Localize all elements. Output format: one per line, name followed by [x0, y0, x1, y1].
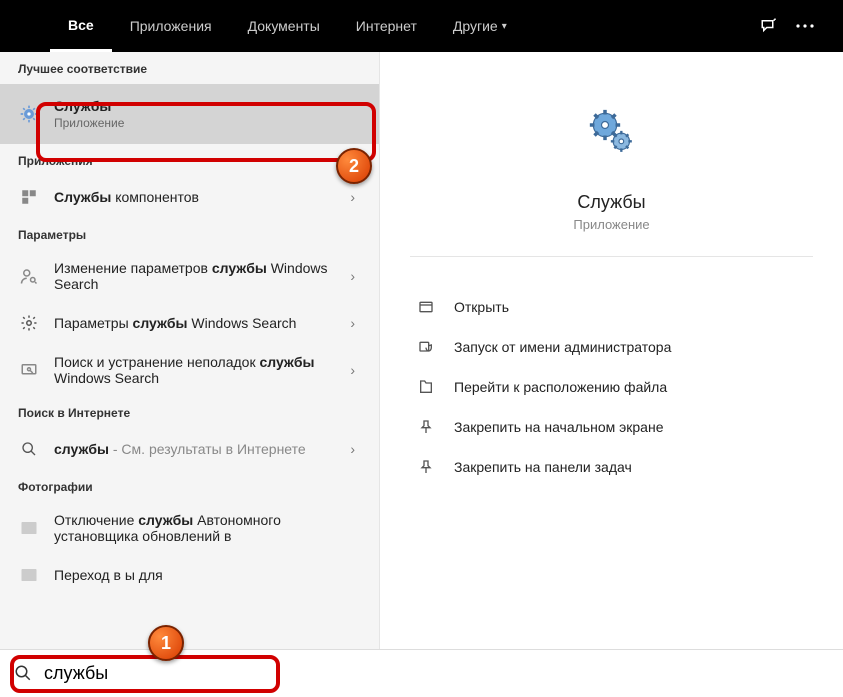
search-icon: [14, 664, 34, 684]
photo-thumb-icon: [18, 517, 40, 539]
pin-icon: [416, 417, 436, 437]
preview-title: Службы: [410, 192, 813, 213]
section-settings: Параметры: [0, 218, 379, 250]
tab-docs[interactable]: Документы: [230, 0, 338, 52]
search-bar[interactable]: [0, 649, 843, 697]
troubleshoot-icon: [18, 359, 40, 381]
action-pin-taskbar[interactable]: Закрепить на панели задач: [410, 447, 813, 487]
result-subtitle: Приложение: [54, 116, 361, 130]
section-photos: Фотографии: [0, 470, 379, 502]
chevron-right-icon[interactable]: ›: [344, 315, 361, 331]
section-apps: Приложения: [0, 144, 379, 176]
chevron-right-icon[interactable]: ›: [344, 189, 361, 205]
admin-shield-icon: [416, 337, 436, 357]
search-input[interactable]: [44, 663, 829, 684]
section-web: Поиск в Интернете: [0, 396, 379, 428]
result-photo-1[interactable]: Отключение службы Автономного установщик…: [0, 502, 379, 554]
result-services-app[interactable]: Службы Приложение: [0, 84, 379, 144]
result-photo-2[interactable]: Переход в ы для: [0, 554, 379, 596]
folder-icon: [416, 377, 436, 397]
preview-services-icon: [572, 92, 652, 172]
tab-all[interactable]: Все: [50, 0, 112, 52]
result-title: Службы: [54, 98, 361, 114]
tab-web[interactable]: Интернет: [338, 0, 435, 52]
chevron-right-icon[interactable]: ›: [344, 362, 361, 378]
chevron-right-icon[interactable]: ›: [344, 441, 361, 457]
result-setting-change-params[interactable]: Изменение параметров службы Windows Sear…: [0, 250, 379, 302]
services-gear-icon: [18, 103, 40, 125]
action-run-admin[interactable]: Запуск от имени администратора: [410, 327, 813, 367]
gear-icon: [18, 312, 40, 334]
more-icon[interactable]: [787, 8, 823, 44]
chevron-right-icon[interactable]: ›: [344, 268, 361, 284]
search-icon: [18, 438, 40, 460]
open-icon: [416, 297, 436, 317]
user-search-icon: [18, 265, 40, 287]
result-setting-troubleshoot[interactable]: Поиск и устранение неполадок службы Wind…: [0, 344, 379, 396]
tab-apps[interactable]: Приложения: [112, 0, 230, 52]
action-open[interactable]: Открыть: [410, 287, 813, 327]
chevron-down-icon: ▾: [502, 21, 507, 32]
action-pin-start[interactable]: Закрепить на начальном экране: [410, 407, 813, 447]
preview-type: Приложение: [410, 217, 813, 257]
photo-thumb-icon: [18, 564, 40, 586]
action-file-location[interactable]: Перейти к расположению файла: [410, 367, 813, 407]
result-component-services[interactable]: Службы компонентов ›: [0, 176, 379, 218]
pin-icon: [416, 457, 436, 477]
section-best-match: Лучшее соответствие: [0, 52, 379, 84]
tab-more[interactable]: Другие▾: [435, 0, 525, 52]
feedback-icon[interactable]: [751, 8, 787, 44]
component-services-icon: [18, 186, 40, 208]
result-web-search[interactable]: службы - См. результаты в Интернете ›: [0, 428, 379, 470]
result-setting-params[interactable]: Параметры службы Windows Search ›: [0, 302, 379, 344]
